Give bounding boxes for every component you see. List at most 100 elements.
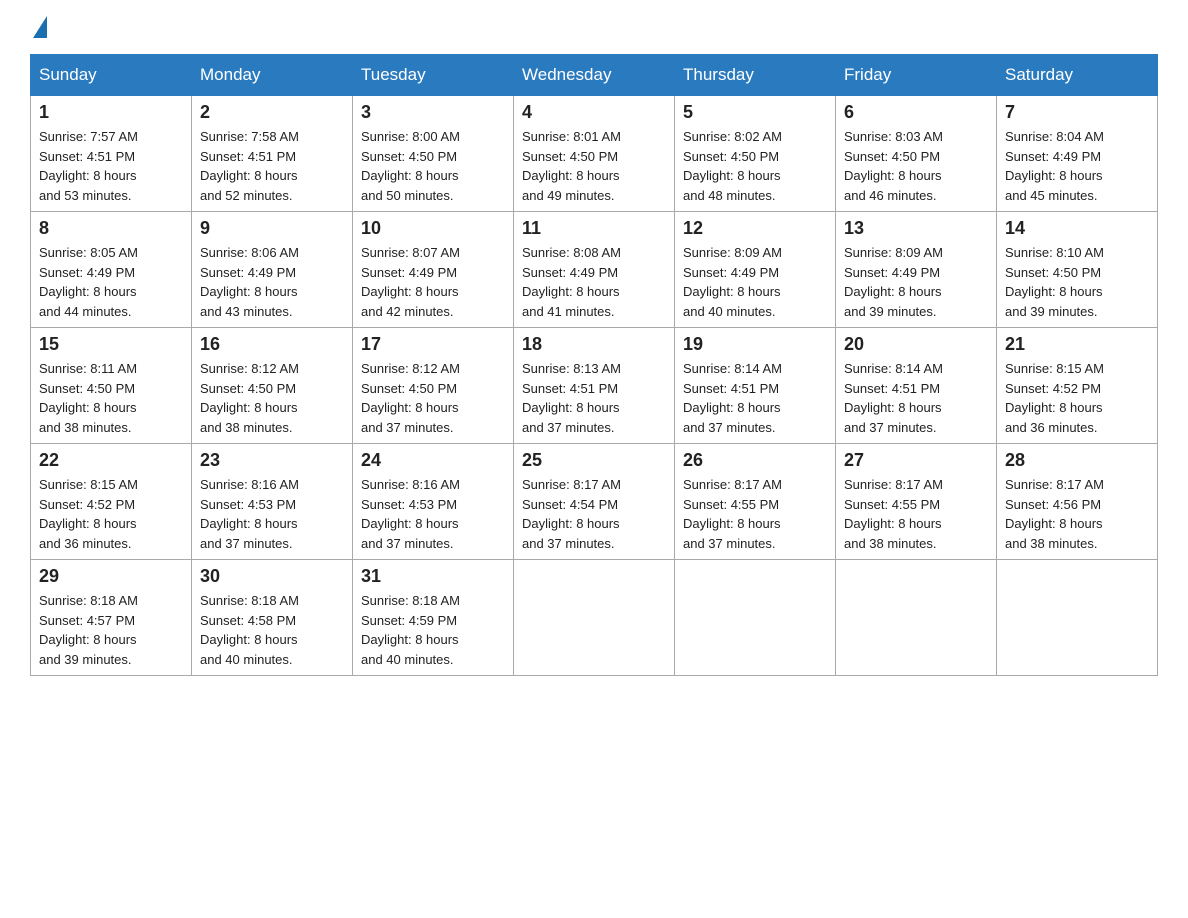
day-info: Sunrise: 8:18 AMSunset: 4:59 PMDaylight:… — [361, 591, 505, 669]
weekday-header-friday: Friday — [836, 55, 997, 96]
weekday-header-wednesday: Wednesday — [514, 55, 675, 96]
weekday-header-thursday: Thursday — [675, 55, 836, 96]
day-number: 11 — [522, 218, 666, 239]
calendar-cell: 27 Sunrise: 8:17 AMSunset: 4:55 PMDayligh… — [836, 444, 997, 560]
day-number: 13 — [844, 218, 988, 239]
day-info: Sunrise: 8:16 AMSunset: 4:53 PMDaylight:… — [200, 475, 344, 553]
calendar-cell: 7 Sunrise: 8:04 AMSunset: 4:49 PMDaylight… — [997, 96, 1158, 212]
day-info: Sunrise: 8:02 AMSunset: 4:50 PMDaylight:… — [683, 127, 827, 205]
calendar-cell: 15 Sunrise: 8:11 AMSunset: 4:50 PMDayligh… — [31, 328, 192, 444]
day-number: 4 — [522, 102, 666, 123]
calendar-cell: 13Sunrise: 8:09 AMSunset: 4:49 PMDayligh… — [836, 212, 997, 328]
calendar-cell: 6 Sunrise: 8:03 AMSunset: 4:50 PMDaylight… — [836, 96, 997, 212]
day-number: 9 — [200, 218, 344, 239]
calendar-cell: 17 Sunrise: 8:12 AMSunset: 4:50 PMDayligh… — [353, 328, 514, 444]
logo-triangle-icon — [33, 16, 47, 38]
day-info: Sunrise: 8:14 AMSunset: 4:51 PMDaylight:… — [683, 359, 827, 437]
calendar-week-3: 15 Sunrise: 8:11 AMSunset: 4:50 PMDayligh… — [31, 328, 1158, 444]
calendar-week-5: 29Sunrise: 8:18 AMSunset: 4:57 PMDayligh… — [31, 560, 1158, 676]
calendar-cell: 24 Sunrise: 8:16 AMSunset: 4:53 PMDayligh… — [353, 444, 514, 560]
day-number: 14 — [1005, 218, 1149, 239]
day-number: 12 — [683, 218, 827, 239]
calendar-cell: 31 Sunrise: 8:18 AMSunset: 4:59 PMDayligh… — [353, 560, 514, 676]
day-number: 15 — [39, 334, 183, 355]
day-info: Sunrise: 8:12 AMSunset: 4:50 PMDaylight:… — [361, 359, 505, 437]
day-info: Sunrise: 8:03 AMSunset: 4:50 PMDaylight:… — [844, 127, 988, 205]
day-number: 28 — [1005, 450, 1149, 471]
day-number: 5 — [683, 102, 827, 123]
day-info: Sunrise: 8:15 AMSunset: 4:52 PMDaylight:… — [1005, 359, 1149, 437]
day-number: 29 — [39, 566, 183, 587]
calendar-week-2: 8 Sunrise: 8:05 AMSunset: 4:49 PMDaylight… — [31, 212, 1158, 328]
day-number: 6 — [844, 102, 988, 123]
day-info: Sunrise: 8:12 AMSunset: 4:50 PMDaylight:… — [200, 359, 344, 437]
day-number: 27 — [844, 450, 988, 471]
day-number: 24 — [361, 450, 505, 471]
day-number: 7 — [1005, 102, 1149, 123]
calendar-cell: 18Sunrise: 8:13 AMSunset: 4:51 PMDayligh… — [514, 328, 675, 444]
calendar-cell: 2 Sunrise: 7:58 AMSunset: 4:51 PMDaylight… — [192, 96, 353, 212]
day-number: 18 — [522, 334, 666, 355]
day-number: 26 — [683, 450, 827, 471]
calendar-cell: 10 Sunrise: 8:07 AMSunset: 4:49 PMDayligh… — [353, 212, 514, 328]
weekday-header-sunday: Sunday — [31, 55, 192, 96]
weekday-header-tuesday: Tuesday — [353, 55, 514, 96]
day-number: 23 — [200, 450, 344, 471]
day-info: Sunrise: 8:17 AMSunset: 4:55 PMDaylight:… — [683, 475, 827, 553]
calendar-cell: 16 Sunrise: 8:12 AMSunset: 4:50 PMDayligh… — [192, 328, 353, 444]
day-info: Sunrise: 8:15 AMSunset: 4:52 PMDaylight:… — [39, 475, 183, 553]
calendar-cell: 9 Sunrise: 8:06 AMSunset: 4:49 PMDaylight… — [192, 212, 353, 328]
calendar-cell: 8 Sunrise: 8:05 AMSunset: 4:49 PMDaylight… — [31, 212, 192, 328]
calendar-cell — [514, 560, 675, 676]
day-info: Sunrise: 8:01 AMSunset: 4:50 PMDaylight:… — [522, 127, 666, 205]
day-number: 10 — [361, 218, 505, 239]
day-number: 2 — [200, 102, 344, 123]
day-number: 31 — [361, 566, 505, 587]
calendar-table: SundayMondayTuesdayWednesdayThursdayFrid… — [30, 54, 1158, 676]
day-number: 25 — [522, 450, 666, 471]
day-number: 19 — [683, 334, 827, 355]
calendar-cell: 11 Sunrise: 8:08 AMSunset: 4:49 PMDayligh… — [514, 212, 675, 328]
day-info: Sunrise: 8:17 AMSunset: 4:56 PMDaylight:… — [1005, 475, 1149, 553]
day-info: Sunrise: 8:17 AMSunset: 4:55 PMDaylight:… — [844, 475, 988, 553]
calendar-cell — [675, 560, 836, 676]
calendar-cell: 29Sunrise: 8:18 AMSunset: 4:57 PMDayligh… — [31, 560, 192, 676]
day-number: 17 — [361, 334, 505, 355]
calendar-cell: 12 Sunrise: 8:09 AMSunset: 4:49 PMDayligh… — [675, 212, 836, 328]
calendar-cell: 3Sunrise: 8:00 AMSunset: 4:50 PMDaylight… — [353, 96, 514, 212]
day-info: Sunrise: 8:11 AMSunset: 4:50 PMDaylight:… — [39, 359, 183, 437]
logo — [30, 20, 49, 34]
calendar-cell: 20 Sunrise: 8:14 AMSunset: 4:51 PMDayligh… — [836, 328, 997, 444]
weekday-header-monday: Monday — [192, 55, 353, 96]
day-info: Sunrise: 8:09 AMSunset: 4:49 PMDaylight:… — [683, 243, 827, 321]
calendar-header-row: SundayMondayTuesdayWednesdayThursdayFrid… — [31, 55, 1158, 96]
day-number: 20 — [844, 334, 988, 355]
day-number: 21 — [1005, 334, 1149, 355]
calendar-cell: 1 Sunrise: 7:57 AMSunset: 4:51 PMDaylight… — [31, 96, 192, 212]
calendar-cell: 26 Sunrise: 8:17 AMSunset: 4:55 PMDayligh… — [675, 444, 836, 560]
calendar-cell: 5 Sunrise: 8:02 AMSunset: 4:50 PMDaylight… — [675, 96, 836, 212]
calendar-cell: 28 Sunrise: 8:17 AMSunset: 4:56 PMDayligh… — [997, 444, 1158, 560]
calendar-cell: 30Sunrise: 8:18 AMSunset: 4:58 PMDayligh… — [192, 560, 353, 676]
day-info: Sunrise: 7:57 AMSunset: 4:51 PMDaylight:… — [39, 127, 183, 205]
day-info: Sunrise: 7:58 AMSunset: 4:51 PMDaylight:… — [200, 127, 344, 205]
day-info: Sunrise: 8:04 AMSunset: 4:49 PMDaylight:… — [1005, 127, 1149, 205]
day-number: 8 — [39, 218, 183, 239]
calendar-cell: 22 Sunrise: 8:15 AMSunset: 4:52 PMDayligh… — [31, 444, 192, 560]
day-info: Sunrise: 8:00 AMSunset: 4:50 PMDaylight:… — [361, 127, 505, 205]
calendar-cell — [997, 560, 1158, 676]
day-info: Sunrise: 8:10 AMSunset: 4:50 PMDaylight:… — [1005, 243, 1149, 321]
day-number: 30 — [200, 566, 344, 587]
day-info: Sunrise: 8:06 AMSunset: 4:49 PMDaylight:… — [200, 243, 344, 321]
calendar-cell: 23 Sunrise: 8:16 AMSunset: 4:53 PMDayligh… — [192, 444, 353, 560]
day-number: 1 — [39, 102, 183, 123]
day-info: Sunrise: 8:14 AMSunset: 4:51 PMDaylight:… — [844, 359, 988, 437]
day-info: Sunrise: 8:05 AMSunset: 4:49 PMDaylight:… — [39, 243, 183, 321]
page-header — [30, 20, 1158, 34]
day-info: Sunrise: 8:08 AMSunset: 4:49 PMDaylight:… — [522, 243, 666, 321]
day-number: 22 — [39, 450, 183, 471]
calendar-cell: 21 Sunrise: 8:15 AMSunset: 4:52 PMDayligh… — [997, 328, 1158, 444]
day-info: Sunrise: 8:07 AMSunset: 4:49 PMDaylight:… — [361, 243, 505, 321]
day-info: Sunrise: 8:16 AMSunset: 4:53 PMDaylight:… — [361, 475, 505, 553]
day-number: 16 — [200, 334, 344, 355]
